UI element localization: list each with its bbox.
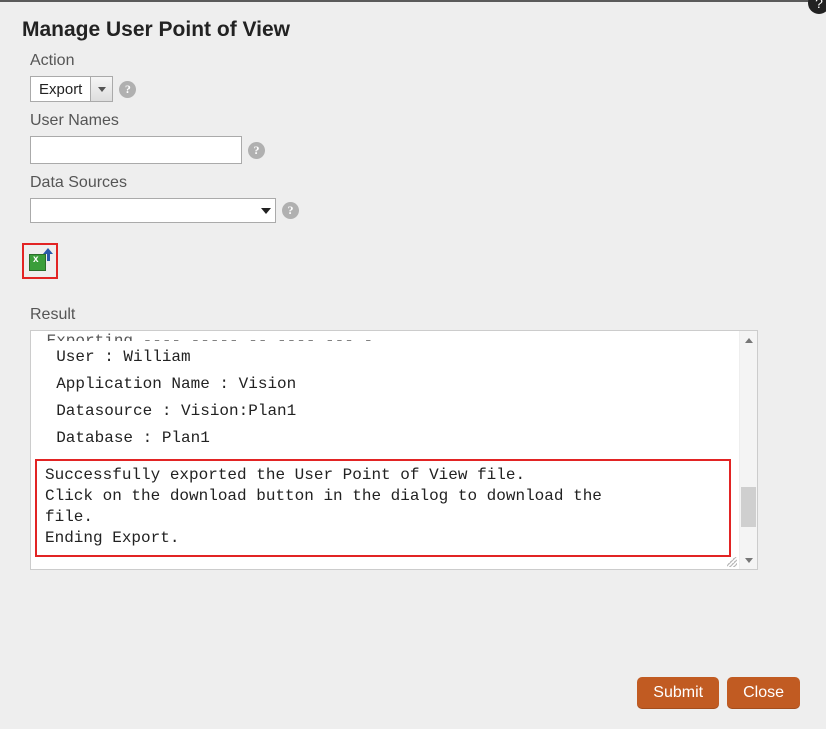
- scroll-down-button[interactable]: [740, 551, 757, 569]
- action-select[interactable]: Export: [30, 76, 113, 102]
- scrollbar[interactable]: [739, 331, 757, 569]
- help-icon[interactable]: ?: [282, 202, 299, 219]
- result-line: Datasource : Vision:Plan1: [31, 395, 739, 422]
- upload-arrow-icon: [44, 248, 53, 262]
- data-sources-label: Data Sources: [30, 174, 806, 192]
- chevron-down-icon: [98, 87, 106, 92]
- action-label: Action: [30, 52, 806, 70]
- result-truncated-line: Exporting ---- ----- -- ---- --- -: [31, 331, 739, 341]
- result-textarea[interactable]: Exporting ---- ----- -- ---- --- - User …: [30, 330, 758, 570]
- close-button[interactable]: Close: [727, 677, 800, 709]
- result-line: User : William: [31, 341, 739, 368]
- result-msg: Successfully exported the User Point of …: [45, 465, 725, 486]
- dialog-title: Manage User Point of View: [22, 18, 806, 42]
- dialog-button-row: Submit Close: [637, 677, 800, 709]
- export-excel-highlight: [22, 243, 58, 279]
- manage-user-pov-dialog: Manage User Point of View Action Export …: [0, 2, 826, 570]
- result-msg: file.: [45, 507, 725, 528]
- triangle-down-icon: [261, 208, 271, 214]
- help-icon[interactable]: ?: [248, 142, 265, 159]
- action-select-value: Export: [31, 77, 90, 101]
- result-msg: Ending Export.: [45, 528, 725, 549]
- user-names-input[interactable]: [30, 136, 242, 164]
- user-names-row: ?: [30, 136, 806, 164]
- result-msg: Click on the download button in the dial…: [45, 486, 725, 507]
- scroll-up-button[interactable]: [740, 331, 757, 349]
- export-excel-button[interactable]: [27, 248, 53, 274]
- data-sources-row: ?: [30, 198, 806, 223]
- result-content: Exporting ---- ----- -- ---- --- - User …: [31, 331, 739, 569]
- result-highlight-box: Successfully exported the User Point of …: [35, 459, 731, 557]
- form-body: Action Export ? User Names ? Data Source…: [20, 52, 806, 570]
- data-sources-chevron[interactable]: [257, 199, 275, 222]
- help-icon[interactable]: ?: [119, 81, 136, 98]
- user-names-label: User Names: [30, 112, 806, 130]
- submit-button[interactable]: Submit: [637, 677, 719, 709]
- action-select-chevron[interactable]: [90, 77, 112, 101]
- data-sources-select[interactable]: [30, 198, 276, 223]
- scroll-thumb[interactable]: [741, 487, 756, 527]
- result-line: Database : Plan1: [31, 422, 739, 449]
- action-row: Export ?: [30, 76, 806, 102]
- data-sources-value: [31, 199, 257, 222]
- resize-grip-icon[interactable]: [727, 557, 737, 567]
- chevron-down-icon: [745, 558, 753, 563]
- result-line: Application Name : Vision: [31, 368, 739, 395]
- chevron-up-icon: [745, 338, 753, 343]
- result-label: Result: [30, 306, 806, 324]
